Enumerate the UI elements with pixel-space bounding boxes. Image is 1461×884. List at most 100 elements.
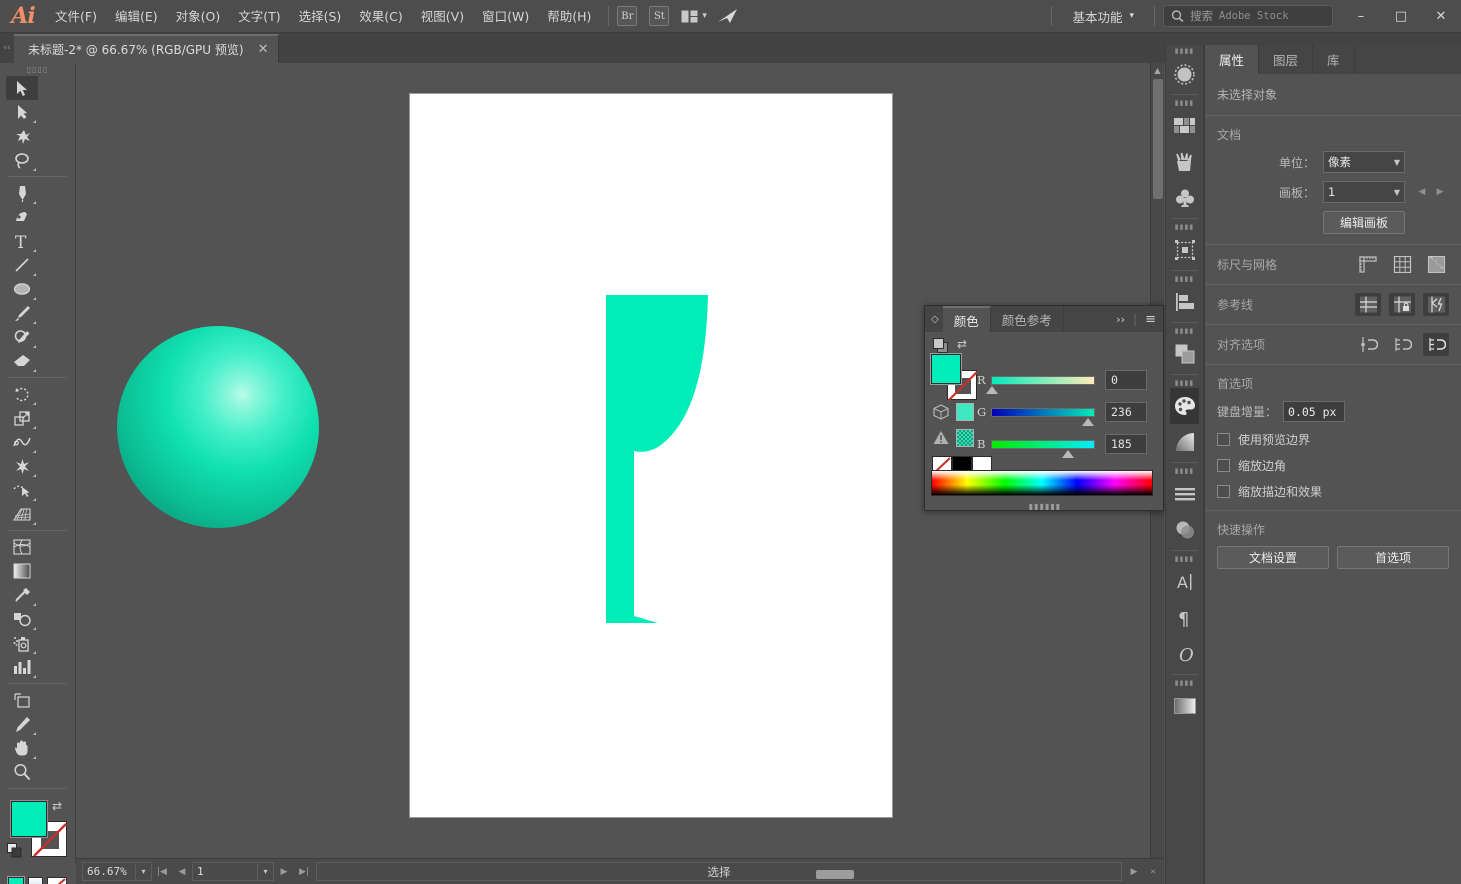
mesh-tool[interactable] — [6, 535, 38, 559]
close-button[interactable]: ✕ — [1421, 0, 1461, 33]
panel-menu-icon[interactable]: ≡ — [1145, 312, 1156, 327]
red-value-input[interactable]: 0 — [1105, 370, 1147, 390]
symbols-icon[interactable] — [1166, 180, 1203, 216]
line-segment-tool[interactable] — [6, 253, 38, 277]
snap-to-grid-icon[interactable] — [1389, 333, 1415, 356]
rail-grip[interactable]: ▮▮▮▮ — [1166, 677, 1203, 688]
status-menu-icon[interactable]: ▶ — [1124, 862, 1144, 881]
discover-icon[interactable] — [717, 7, 739, 25]
snap-to-point-icon[interactable] — [1355, 333, 1381, 356]
menu-file[interactable]: 文件(F) — [46, 0, 106, 33]
eraser-tool[interactable] — [6, 349, 38, 373]
smart-guides-icon[interactable] — [1423, 293, 1449, 316]
use-preview-bounds-checkbox[interactable]: 使用预览边界 — [1217, 431, 1449, 448]
transparency-grid-icon[interactable] — [1423, 253, 1449, 276]
green-slider-track[interactable] — [991, 407, 1095, 426]
transform-icon[interactable] — [1166, 232, 1203, 268]
paragraph-icon[interactable]: ¶ — [1166, 600, 1203, 636]
swap-fill-stroke-icon[interactable]: ⇄ — [52, 799, 62, 813]
gradient-mode-button[interactable] — [27, 877, 43, 884]
artboard-dropdown-icon[interactable]: ▾ — [258, 862, 274, 881]
blue-slider-track[interactable] — [991, 439, 1095, 458]
next-artboard-button[interactable]: ▶ — [274, 862, 294, 881]
scroll-right-icon[interactable]: › — [1142, 862, 1162, 881]
gradient-sphere[interactable] — [117, 326, 319, 528]
last-artboard-button[interactable]: ▶| — [294, 862, 314, 881]
status-text[interactable]: 选择 — [316, 862, 1122, 881]
maximize-button[interactable]: □ — [1381, 0, 1421, 33]
width-tool[interactable] — [6, 430, 38, 454]
lock-guides-icon[interactable] — [1389, 293, 1415, 316]
toolbar-grip[interactable]: ▯▯▯▯ — [0, 63, 75, 76]
pen-tool[interactable] — [6, 181, 38, 205]
horizontal-scroll-thumb[interactable] — [816, 870, 854, 879]
prev-artboard-button[interactable]: ◀ — [1413, 181, 1431, 203]
zoom-level-input[interactable]: 66.67% — [82, 862, 136, 881]
rulers-icon[interactable] — [1355, 253, 1381, 276]
web-safe-warning-icon[interactable] — [933, 430, 949, 445]
curvature-tool[interactable] — [6, 205, 38, 229]
document-tab[interactable]: 未标题-2* @ 66.67% (RGB/GPU 预览) ✕ — [14, 34, 280, 63]
tab-color-guide[interactable]: 颜色参考 — [991, 306, 1064, 332]
scale-corners-checkbox[interactable]: 缩放边角 — [1217, 457, 1449, 474]
gamut-color-swatch[interactable] — [956, 403, 974, 421]
artboard[interactable] — [410, 94, 892, 817]
first-artboard-button[interactable]: |◀ — [152, 862, 172, 881]
menu-select[interactable]: 选择(S) — [290, 0, 351, 33]
rail-grip[interactable]: ▮▮▮▮ — [1166, 377, 1203, 388]
hand-tool[interactable] — [6, 736, 38, 760]
prev-artboard-button[interactable]: ◀ — [172, 862, 192, 881]
document-setup-button[interactable]: 文档设置 — [1217, 546, 1329, 569]
stock-button[interactable]: St — [649, 6, 670, 26]
magic-wand-tool[interactable] — [6, 124, 38, 148]
gradient-icon[interactable] — [1166, 424, 1203, 460]
symbol-sprayer-tool[interactable] — [6, 631, 38, 655]
default-fill-stroke-icon[interactable] — [7, 843, 22, 858]
tab-properties[interactable]: 属性 — [1205, 45, 1260, 74]
rail-grip[interactable]: ▮▮▮▮ — [1166, 553, 1203, 564]
color-mode-button[interactable] — [7, 876, 25, 884]
shape-builder-tool[interactable] — [6, 478, 38, 502]
menu-type[interactable]: 文字(T) — [229, 0, 289, 33]
rail-grip[interactable]: ▮▮▮▮ — [1166, 465, 1203, 476]
color-panel[interactable]: ◇ 颜色 颜色参考 ›› | ≡ ⇄ R 0 G 236 B 185 ▮▮▮▮▮… — [924, 305, 1164, 511]
direct-selection-tool[interactable] — [6, 100, 38, 124]
color-panel-fill-swatch[interactable] — [930, 353, 962, 385]
menu-window[interactable]: 窗口(W) — [473, 0, 538, 33]
artboard-number-input[interactable]: 1 — [192, 862, 258, 881]
web-safe-color-swatch[interactable] — [956, 429, 974, 447]
menu-edit[interactable]: 编辑(E) — [106, 0, 167, 33]
close-icon[interactable]: ✕ — [258, 42, 269, 57]
rail-grip[interactable]: ▮▮▮▮ — [1166, 97, 1203, 108]
expand-icon[interactable]: ›› — [1116, 313, 1125, 326]
tab-libraries[interactable]: 库 — [1313, 45, 1355, 74]
red-slider-thumb[interactable] — [986, 385, 998, 394]
rail-grip[interactable]: ▮▮▮▮ — [1166, 221, 1203, 232]
stroke-icon[interactable] — [1166, 476, 1203, 512]
zoom-tool[interactable] — [6, 760, 38, 784]
menu-object[interactable]: 对象(O) — [167, 0, 230, 33]
fill-swatch[interactable] — [10, 800, 48, 838]
color-palette-icon[interactable] — [1170, 388, 1199, 424]
keyboard-increment-input[interactable]: 0.05 px — [1283, 401, 1346, 422]
next-artboard-button[interactable]: ▶ — [1431, 181, 1449, 203]
snap-to-pixel-icon[interactable] — [1423, 333, 1449, 356]
type-tool[interactable]: T — [6, 229, 38, 253]
paintbrush-tool[interactable] — [6, 301, 38, 325]
vertical-scroll-thumb[interactable] — [1153, 79, 1163, 199]
swap-colors-icon[interactable]: ⇄ — [957, 337, 967, 351]
rail-grip[interactable]: ▮▮▮▮ — [1166, 325, 1203, 336]
panel-resize-grip[interactable]: ▮▮▮▮▮▮ — [925, 502, 1165, 511]
red-slider-track[interactable] — [986, 375, 1095, 394]
units-select[interactable]: 像素 ▼ — [1323, 151, 1405, 173]
show-guides-icon[interactable] — [1355, 293, 1381, 316]
preferences-button[interactable]: 首选项 — [1337, 546, 1449, 569]
eyedropper-tool[interactable] — [6, 583, 38, 607]
fill-stroke-toggle-icon[interactable] — [933, 338, 950, 353]
wine-glass-shape[interactable] — [410, 94, 892, 817]
rotate-tool[interactable] — [6, 382, 38, 406]
bridge-button[interactable]: Br — [617, 6, 638, 26]
minimize-button[interactable]: – — [1341, 0, 1381, 33]
swatches-icon[interactable] — [1166, 108, 1203, 144]
column-graph-tool[interactable] — [6, 655, 38, 679]
